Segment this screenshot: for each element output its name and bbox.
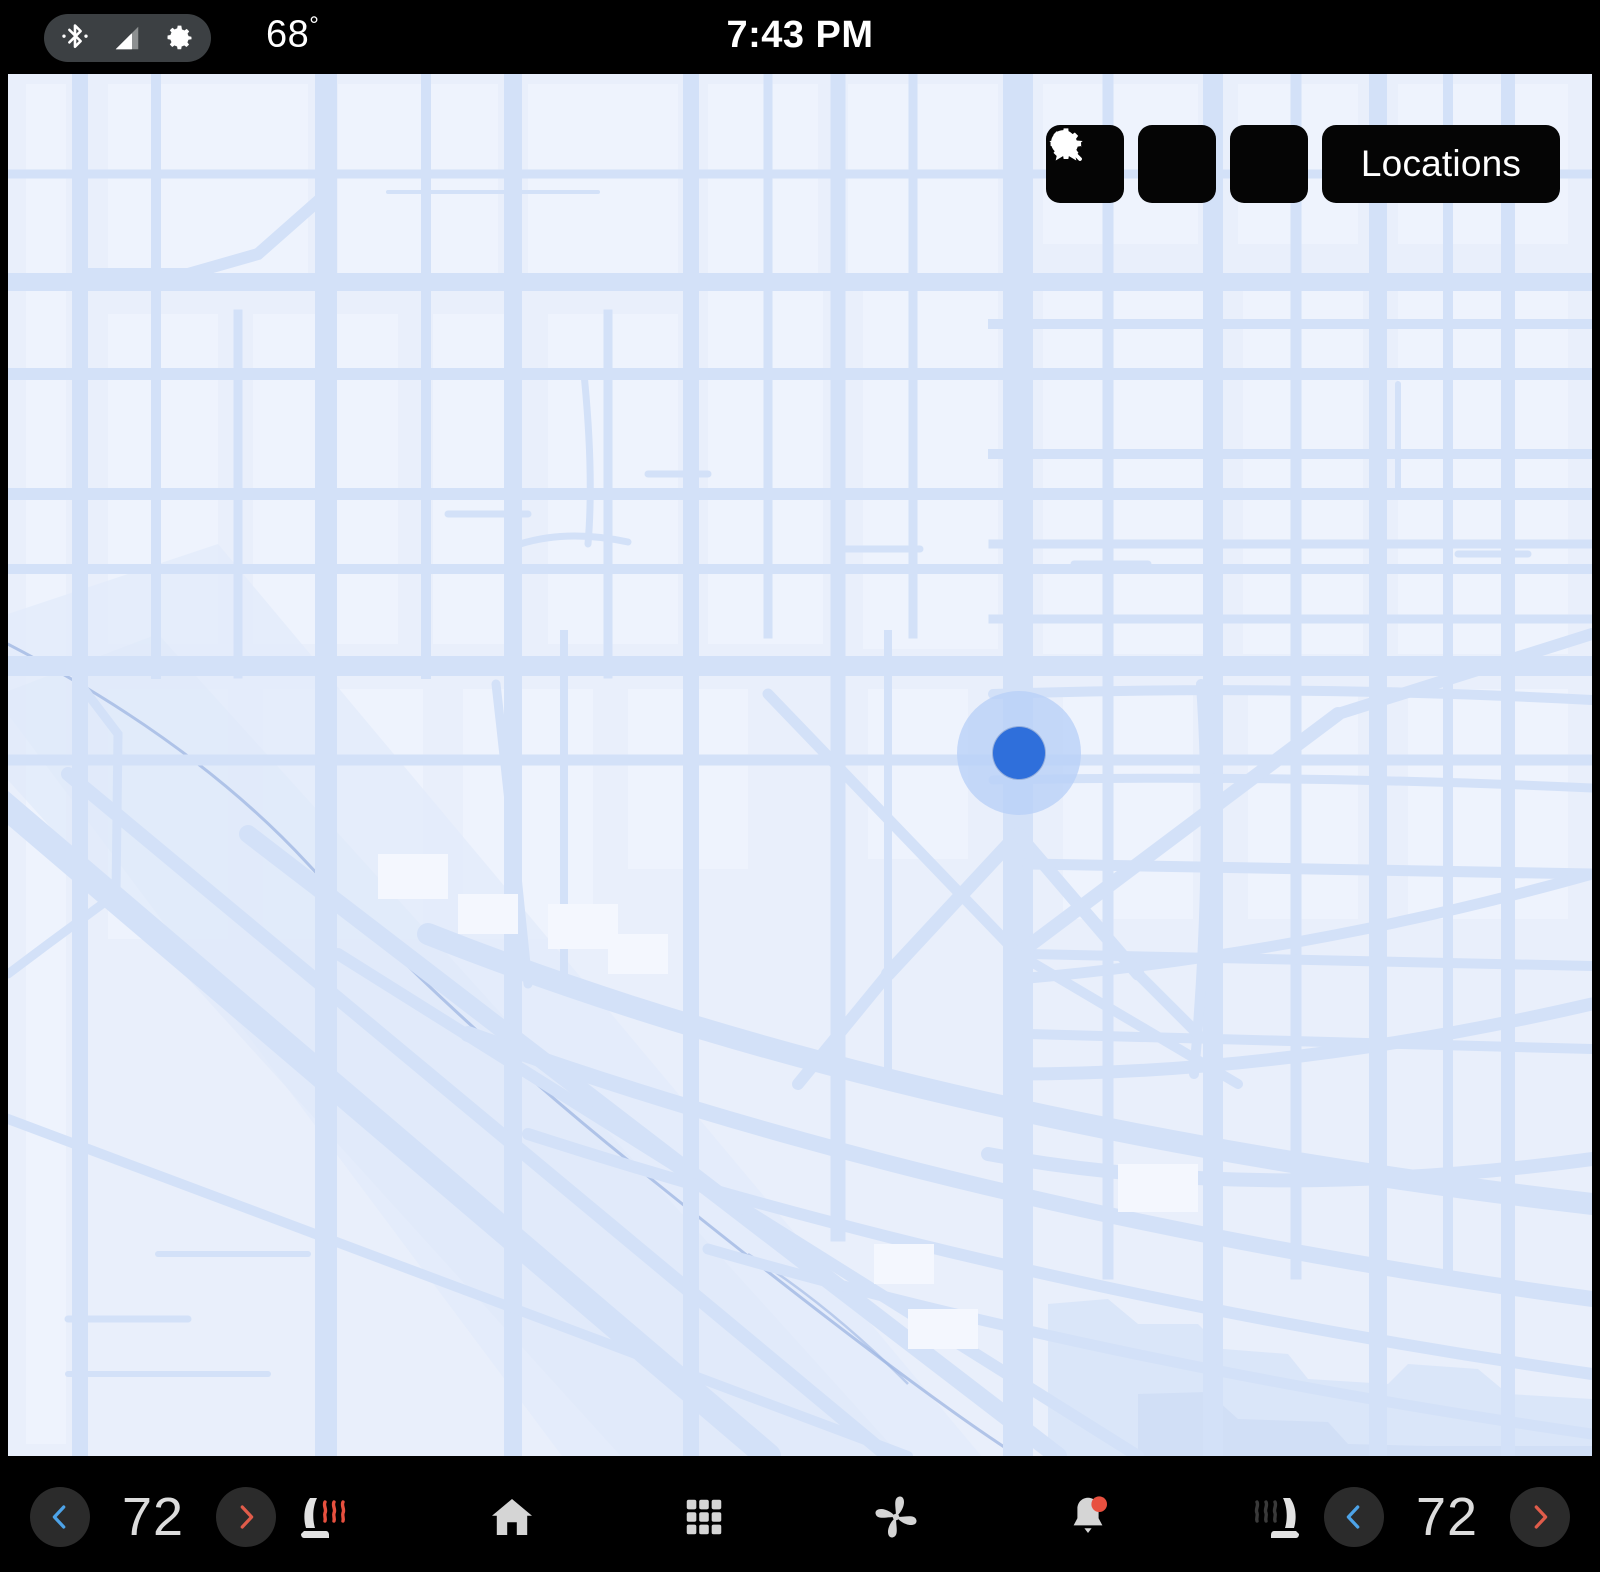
notifications-button[interactable] <box>1052 1481 1124 1553</box>
clock: 7:43 PM <box>726 14 874 56</box>
map-graphics <box>8 74 1592 1456</box>
passenger-temp-increase-button[interactable] <box>1510 1487 1570 1547</box>
chevron-left-icon <box>52 1505 66 1529</box>
driver-seat-heater-button[interactable] <box>276 1481 368 1553</box>
bottom-control-bar: 72 72 <box>0 1462 1600 1572</box>
map-settings-button[interactable] <box>1050 125 1216 203</box>
home-icon <box>492 1499 532 1535</box>
passenger-temp-decrease-button[interactable] <box>1324 1487 1384 1547</box>
passenger-temperature-value: 72 <box>1415 1487 1479 1547</box>
heated-seat-icon <box>1254 1498 1299 1538</box>
driver-temp-increase-button[interactable] <box>216 1487 276 1547</box>
locations-button[interactable]: Locations <box>1322 125 1560 203</box>
driver-temp-decrease-button[interactable] <box>30 1487 90 1547</box>
notifications-bell-icon <box>1073 1496 1107 1533</box>
passenger-seat-heater-button[interactable] <box>1232 1481 1324 1553</box>
apps-button[interactable] <box>668 1481 740 1553</box>
chevron-right-icon <box>240 1505 254 1529</box>
chevron-left-icon <box>1346 1505 1360 1529</box>
driver-temperature-value: 72 <box>121 1487 185 1547</box>
passenger-climate-controls: 72 <box>1232 1481 1570 1553</box>
map-controls-toolbar: Locations <box>1046 125 1560 203</box>
navigation-bar <box>476 1481 1124 1553</box>
apps-grid-icon <box>686 1499 722 1535</box>
notification-badge <box>1091 1496 1107 1512</box>
map-region: Locations <box>0 74 1600 1462</box>
location-dot <box>993 727 1045 779</box>
heated-seat-icon <box>301 1498 346 1538</box>
climate-button[interactable] <box>860 1481 932 1553</box>
favorites-button[interactable] <box>1049 125 1308 203</box>
status-bar: 68° 7:43 PM <box>0 0 1600 74</box>
driver-climate-controls: 72 <box>30 1481 368 1553</box>
home-button[interactable] <box>476 1481 548 1553</box>
locations-button-label: Locations <box>1360 143 1522 184</box>
fan-climate-icon <box>875 1496 917 1538</box>
chevron-right-icon <box>1534 1505 1548 1529</box>
map-canvas[interactable]: Locations <box>8 74 1592 1456</box>
